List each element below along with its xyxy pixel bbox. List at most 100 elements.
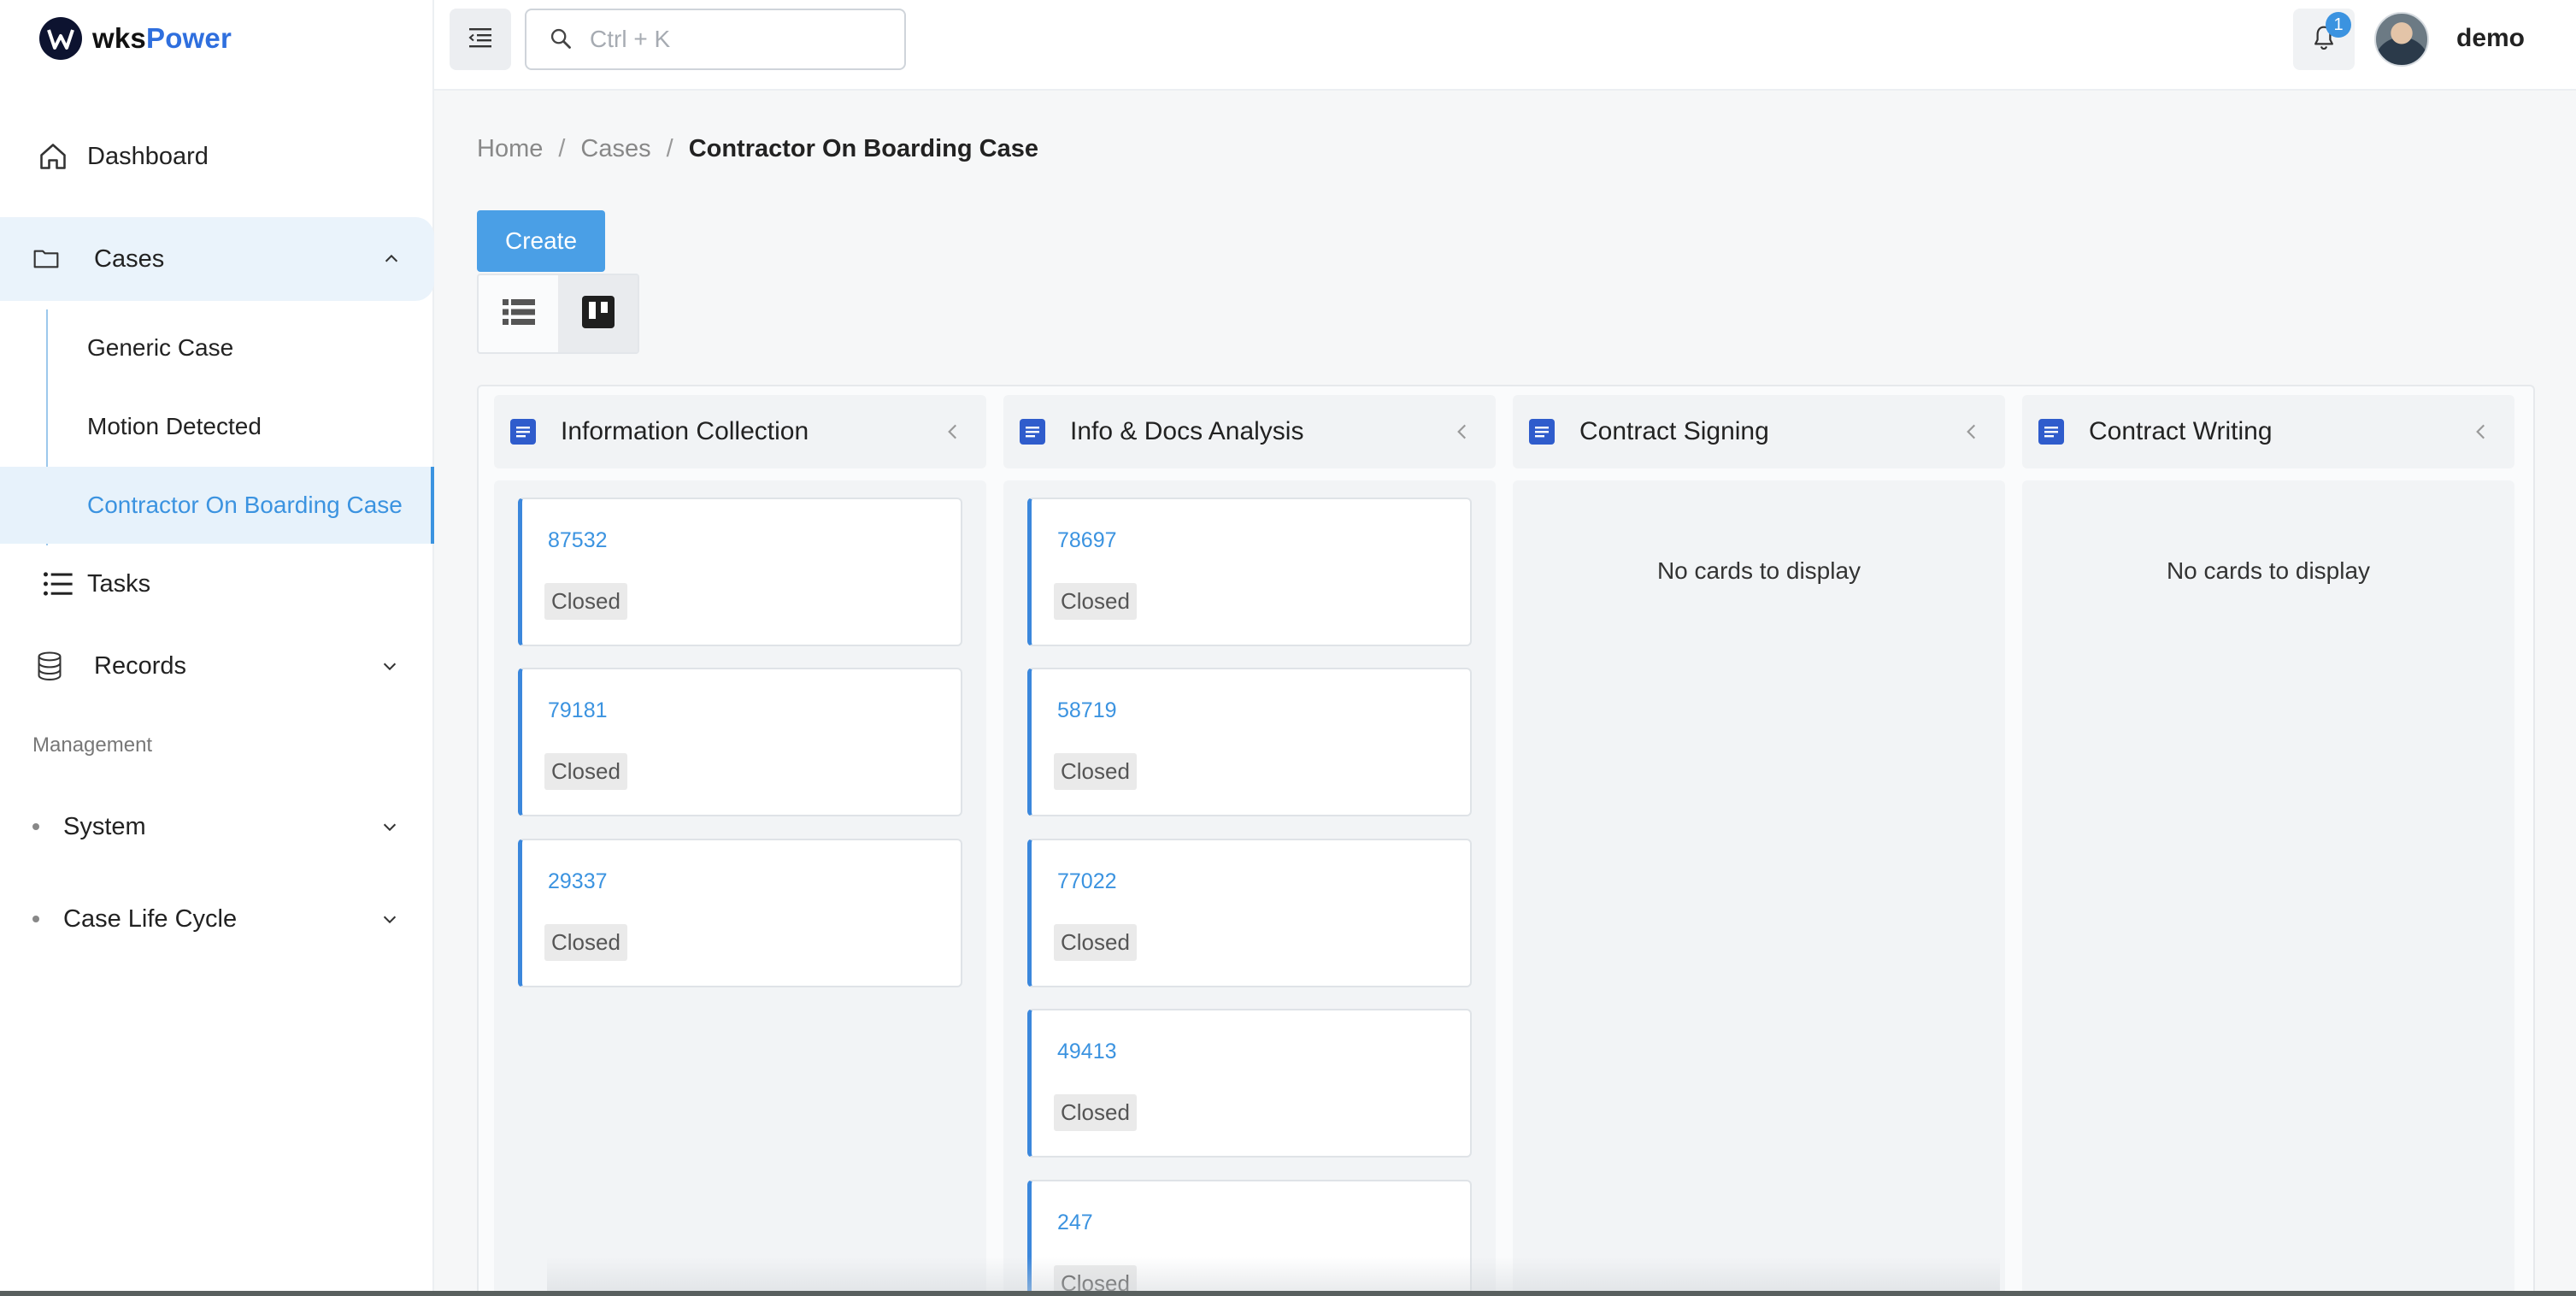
chevron-left-icon[interactable] (942, 421, 964, 443)
sidebar: wksPower Dashboard Cases Generic Case Mo… (0, 0, 434, 1296)
section-label-management: Management (32, 733, 153, 757)
column-body: No cards to display (2022, 480, 2514, 1296)
bullet-icon (32, 916, 39, 922)
database-icon (32, 649, 67, 683)
chevron-left-icon[interactable] (1961, 421, 1983, 443)
column-header: Contract Signing (1513, 395, 2005, 468)
case-id-link[interactable]: 77022 (1057, 869, 1117, 894)
case-id-link[interactable]: 49413 (1057, 1040, 1117, 1064)
case-card[interactable]: 247 Closed (1027, 1180, 1472, 1296)
document-icon (1528, 418, 1556, 445)
sidebar-item-records[interactable]: Records (0, 638, 432, 694)
status-badge: Closed (1054, 924, 1137, 961)
sidebar-item-dashboard[interactable]: Dashboard (0, 128, 432, 185)
column-header: Information Collection (494, 395, 986, 468)
status-badge: Closed (1054, 583, 1137, 620)
column-title: Information Collection (561, 417, 809, 445)
breadcrumb-separator: / (558, 135, 566, 162)
list-view-icon (502, 298, 535, 330)
kanban-column: Contract Writing No cards to display (2022, 386, 2514, 1296)
chevron-up-icon (379, 247, 403, 271)
case-id-link[interactable]: 29337 (548, 869, 608, 894)
case-id-link[interactable]: 79181 (548, 698, 608, 723)
kanban-column: Contract Signing No cards to display (1513, 386, 2005, 1296)
home-icon (36, 139, 70, 174)
chevron-down-icon (378, 907, 402, 931)
menu-collapse-icon (468, 27, 493, 53)
notification-count-badge: 1 (2326, 12, 2351, 38)
kanban-icon (581, 295, 615, 333)
sidebar-item-cases[interactable]: Cases (0, 217, 434, 301)
list-icon (41, 567, 75, 601)
top-bar: 1 demo (434, 0, 2576, 91)
case-card[interactable]: 58719 Closed (1027, 668, 1472, 816)
sidebar-item-label: Cases (94, 244, 165, 273)
status-badge: Closed (1054, 1094, 1137, 1131)
case-card[interactable]: 29337 Closed (518, 839, 962, 987)
document-icon (509, 418, 537, 445)
chevron-left-icon[interactable] (2470, 421, 2492, 443)
bullet-icon (32, 823, 39, 830)
chevron-down-icon (378, 815, 402, 839)
case-card[interactable]: 87532 Closed (518, 498, 962, 646)
search-box[interactable] (525, 9, 906, 70)
case-id-link[interactable]: 58719 (1057, 698, 1117, 723)
kanban-column: Info & Docs Analysis 78697 Closed 58719 … (1003, 386, 1496, 1296)
sidebar-item-contractor-onboarding[interactable]: Contractor On Boarding Case (0, 467, 434, 544)
sidebar-item-system[interactable]: System (0, 800, 432, 853)
menu-toggle-button[interactable] (450, 9, 511, 70)
sidebar-item-tasks[interactable]: Tasks (0, 556, 432, 612)
case-card[interactable]: 77022 Closed (1027, 839, 1472, 987)
sidebar-item-label: Records (94, 651, 186, 680)
empty-state-text: No cards to display (2166, 557, 2371, 584)
status-badge: Closed (544, 753, 627, 790)
breadcrumb-current: Contractor On Boarding Case (688, 135, 1038, 162)
brand-name: wksPower (92, 22, 232, 54)
notifications-button[interactable]: 1 (2293, 9, 2355, 70)
sidebar-item-motion-detected[interactable]: Motion Detected (0, 388, 434, 465)
brand-logo[interactable]: wksPower (39, 17, 232, 60)
board-view-button[interactable] (558, 275, 638, 352)
breadcrumb-home[interactable]: Home (477, 135, 543, 163)
case-id-link[interactable]: 247 (1057, 1211, 1093, 1235)
search-input[interactable] (590, 26, 880, 53)
column-body: No cards to display (1513, 480, 2005, 1296)
case-card[interactable]: 78697 Closed (1027, 498, 1472, 646)
chevron-down-icon (378, 654, 402, 678)
sidebar-item-label: Motion Detected (87, 413, 262, 439)
username-label[interactable]: demo (2456, 24, 2525, 53)
sidebar-item-label: Case Life Cycle (63, 904, 238, 933)
window-bottom-edge (0, 1291, 2576, 1296)
chevron-left-icon[interactable] (1451, 421, 1473, 443)
column-header: Contract Writing (2022, 395, 2514, 468)
case-id-link[interactable]: 78697 (1057, 528, 1117, 553)
user-avatar[interactable] (2374, 12, 2429, 67)
sidebar-item-label: Generic Case (87, 334, 234, 361)
folder-icon (29, 242, 63, 276)
empty-state-text: No cards to display (1656, 557, 1861, 584)
sidebar-item-label: Contractor On Boarding Case (87, 492, 403, 518)
column-body: 87532 Closed 79181 Closed 29337 Closed (494, 480, 986, 1296)
sidebar-item-generic-case[interactable]: Generic Case (0, 309, 434, 386)
status-badge: Closed (544, 924, 627, 961)
sidebar-item-label: Dashboard (87, 142, 209, 170)
breadcrumb-separator: / (666, 135, 673, 162)
create-button[interactable]: Create (477, 210, 605, 272)
kanban-column: Information Collection 87532 Closed 7918… (494, 386, 986, 1296)
list-view-button[interactable] (479, 275, 558, 352)
sidebar-item-case-life-cycle[interactable]: Case Life Cycle (0, 892, 432, 945)
case-card[interactable]: 49413 Closed (1027, 1009, 1472, 1158)
view-toggle (477, 274, 639, 354)
case-id-link[interactable]: 87532 (548, 528, 608, 553)
document-icon (2038, 418, 2065, 445)
status-badge: Closed (544, 583, 627, 620)
column-header: Info & Docs Analysis (1003, 395, 1496, 468)
column-title: Contract Signing (1579, 417, 1769, 445)
document-icon (1019, 418, 1046, 445)
breadcrumb: Home / Cases / Contractor On Boarding Ca… (477, 135, 1038, 163)
breadcrumb-cases[interactable]: Cases (580, 135, 650, 163)
column-title: Info & Docs Analysis (1070, 417, 1304, 445)
column-title: Contract Writing (2089, 417, 2273, 445)
case-card[interactable]: 79181 Closed (518, 668, 962, 816)
search-icon (549, 27, 574, 52)
